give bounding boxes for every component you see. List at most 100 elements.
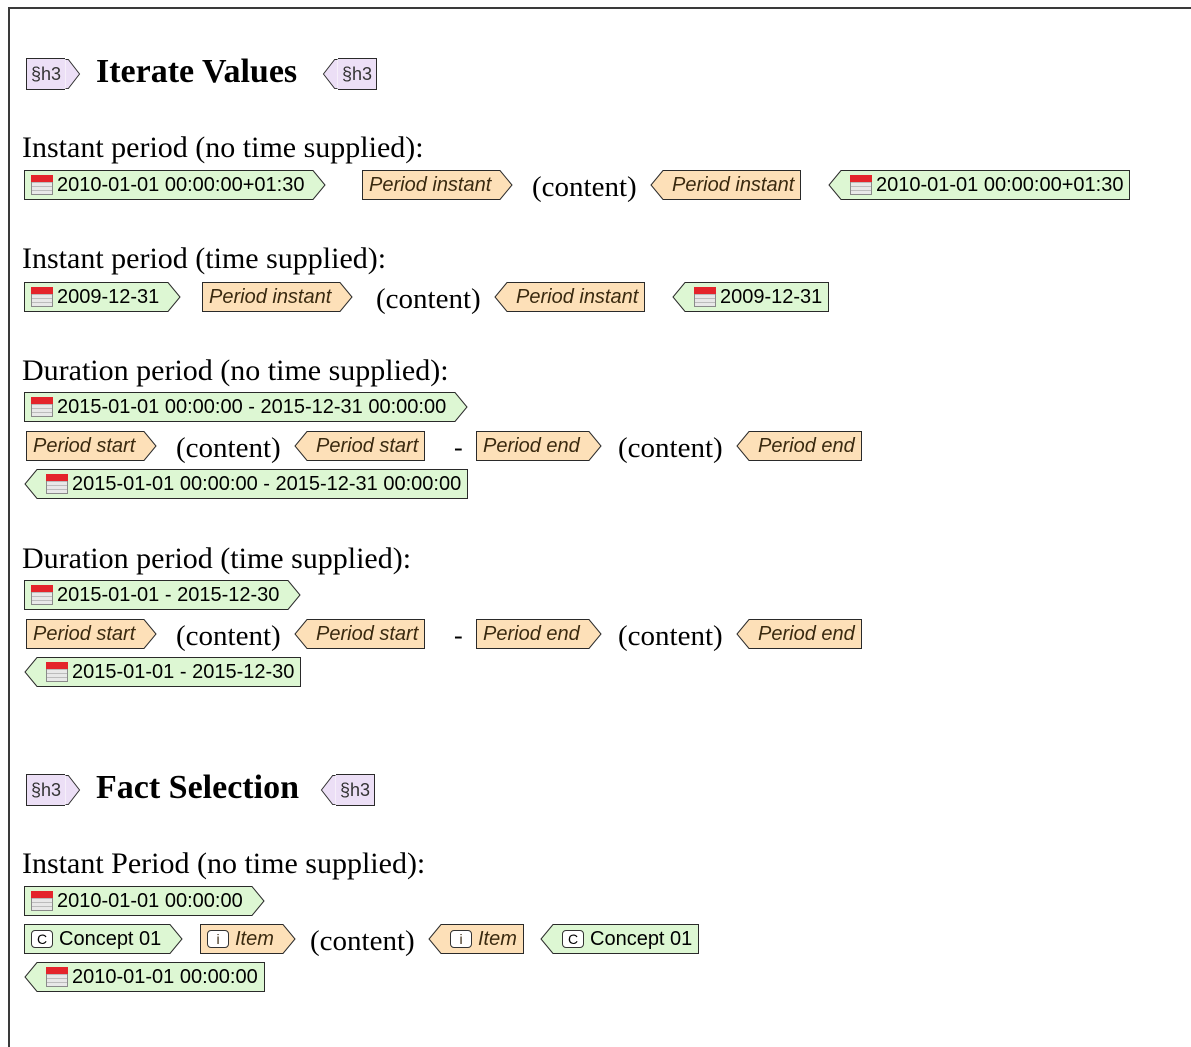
- calendar-icon: [46, 967, 68, 987]
- tag-arrow-icon: [24, 962, 40, 992]
- concept-open-tag[interactable]: C Concept 01: [24, 924, 183, 954]
- period-start-open-tag[interactable]: Period start: [26, 619, 157, 649]
- period-tag-label: Period start: [26, 619, 142, 649]
- tag-arrow-icon: [141, 619, 157, 649]
- h3-tag-label: §h3: [26, 774, 66, 806]
- tag-arrow-icon: [497, 170, 513, 200]
- concept-icon: C: [562, 930, 584, 948]
- date-close-tag[interactable]: 2009-12-31: [672, 282, 830, 312]
- h3-open-tag[interactable]: §h3: [26, 58, 81, 90]
- calendar-icon: [694, 287, 716, 307]
- tag-arrow-icon: [650, 170, 666, 200]
- tag-arrow-icon: [494, 282, 510, 312]
- period-start-close-tag[interactable]: Period start: [294, 431, 426, 461]
- period-tag-label: Period instant: [362, 170, 498, 200]
- period-instant-open-tag[interactable]: Period instant: [202, 282, 353, 312]
- calendar-icon: [31, 585, 53, 605]
- content-placeholder: (content): [618, 432, 723, 464]
- period-end-open-tag[interactable]: Period end: [476, 431, 602, 461]
- tag-arrow-icon: [585, 431, 602, 461]
- range-dash: -: [454, 433, 463, 462]
- item-open-tag[interactable]: i Item: [200, 924, 296, 954]
- date-value: 2015-01-01 - 2015-12-30: [72, 661, 295, 683]
- h3-close-tag[interactable]: §h3: [322, 58, 378, 90]
- label-duration-time: Duration period (time supplied):: [22, 542, 412, 575]
- period-end-close-tag[interactable]: Period end: [736, 619, 862, 649]
- h3-close-tag[interactable]: §h3: [320, 774, 376, 806]
- calendar-icon: [31, 175, 53, 195]
- period-end-close-tag[interactable]: Period end: [736, 431, 862, 461]
- item-label: Item: [235, 928, 274, 950]
- tag-arrow-icon: [452, 392, 468, 422]
- period-start-open-tag[interactable]: Period start: [26, 431, 157, 461]
- tag-arrow-icon: [65, 775, 81, 805]
- period-instant-close-tag[interactable]: Period instant: [494, 282, 646, 312]
- date-close-tag[interactable]: 2015-01-01 - 2015-12-30: [24, 657, 302, 687]
- date-open-tag[interactable]: 2015-01-01 - 2015-12-30: [24, 580, 302, 610]
- tag-arrow-icon: [294, 619, 310, 649]
- tag-arrow-icon: [279, 924, 296, 954]
- date-close-tag[interactable]: 2010-01-01 00:00:00+01:30: [828, 170, 1131, 200]
- date-open-tag[interactable]: 2009-12-31: [24, 282, 181, 312]
- period-instant-close-tag[interactable]: Period instant: [650, 170, 802, 200]
- tag-arrow-icon: [294, 431, 310, 461]
- content-placeholder: (content): [310, 925, 415, 957]
- concept-label: Concept 01: [59, 928, 162, 950]
- date-close-tag[interactable]: 2015-01-01 00:00:00 - 2015-12-31 00:00:0…: [24, 469, 469, 499]
- period-tag-label: Period end: [752, 619, 862, 649]
- item-icon: i: [207, 930, 229, 948]
- tag-arrow-icon: [165, 282, 181, 312]
- period-end-open-tag[interactable]: Period end: [476, 619, 602, 649]
- period-tag-label: Period end: [752, 431, 862, 461]
- date-value: 2009-12-31: [720, 286, 823, 308]
- period-tag-label: Period start: [310, 619, 426, 649]
- concept-icon: C: [31, 930, 53, 948]
- date-open-tag[interactable]: 2015-01-01 00:00:00 - 2015-12-31 00:00:0…: [24, 392, 468, 422]
- date-value: 2010-01-01 00:00:00: [72, 966, 258, 988]
- tag-arrow-icon: [320, 775, 336, 805]
- h3-open-tag[interactable]: §h3: [26, 774, 81, 806]
- tag-arrow-icon: [248, 886, 265, 916]
- tag-arrow-icon: [672, 282, 688, 312]
- tag-arrow-icon: [167, 924, 183, 954]
- content-placeholder: (content): [176, 620, 281, 652]
- item-close-tag[interactable]: i Item: [428, 924, 524, 954]
- h3-tag-label: §h3: [26, 58, 66, 90]
- h3-tag-label: §h3: [336, 774, 376, 806]
- label-fact-instant-no-time: Instant Period (no time supplied):: [22, 847, 426, 880]
- period-instant-open-tag[interactable]: Period instant: [362, 170, 513, 200]
- calendar-icon: [850, 175, 872, 195]
- concept-label: Concept 01: [590, 928, 693, 950]
- tag-arrow-icon: [540, 924, 556, 954]
- range-dash: -: [454, 621, 463, 650]
- date-value: 2010-01-01 00:00:00+01:30: [876, 174, 1124, 196]
- period-start-close-tag[interactable]: Period start: [294, 619, 426, 649]
- period-tag-label: Period start: [26, 431, 142, 461]
- concept-close-tag[interactable]: C Concept 01: [540, 924, 700, 954]
- content-placeholder: (content): [176, 432, 281, 464]
- calendar-icon: [31, 891, 53, 911]
- tag-arrow-icon: [322, 59, 338, 89]
- period-tag-label: Period end: [476, 431, 586, 461]
- item-icon: i: [450, 930, 472, 948]
- date-value: 2009-12-31: [57, 286, 160, 308]
- date-open-tag[interactable]: 2010-01-01 00:00:00: [24, 886, 265, 916]
- tag-arrow-icon: [428, 924, 444, 954]
- period-tag-label: Period end: [476, 619, 586, 649]
- date-open-tag[interactable]: 2010-01-01 00:00:00+01:30: [24, 170, 327, 200]
- tag-arrow-icon: [828, 170, 844, 200]
- period-tag-label: Period instant: [202, 282, 338, 312]
- date-value: 2010-01-01 00:00:00: [57, 890, 243, 912]
- h3-tag-label: §h3: [338, 58, 378, 90]
- tag-arrow-icon: [65, 59, 81, 89]
- tag-arrow-icon: [24, 469, 40, 499]
- tag-arrow-icon: [585, 619, 602, 649]
- date-close-tag[interactable]: 2010-01-01 00:00:00: [24, 962, 265, 992]
- date-value: 2015-01-01 - 2015-12-30: [57, 584, 280, 606]
- tag-arrow-icon: [736, 431, 752, 461]
- date-value: 2010-01-01 00:00:00+01:30: [57, 174, 305, 196]
- date-value: 2015-01-01 00:00:00 - 2015-12-31 00:00:0…: [72, 473, 462, 495]
- label-instant-no-time: Instant period (no time supplied):: [22, 131, 424, 164]
- item-label: Item: [478, 928, 517, 950]
- content-placeholder: (content): [618, 620, 723, 652]
